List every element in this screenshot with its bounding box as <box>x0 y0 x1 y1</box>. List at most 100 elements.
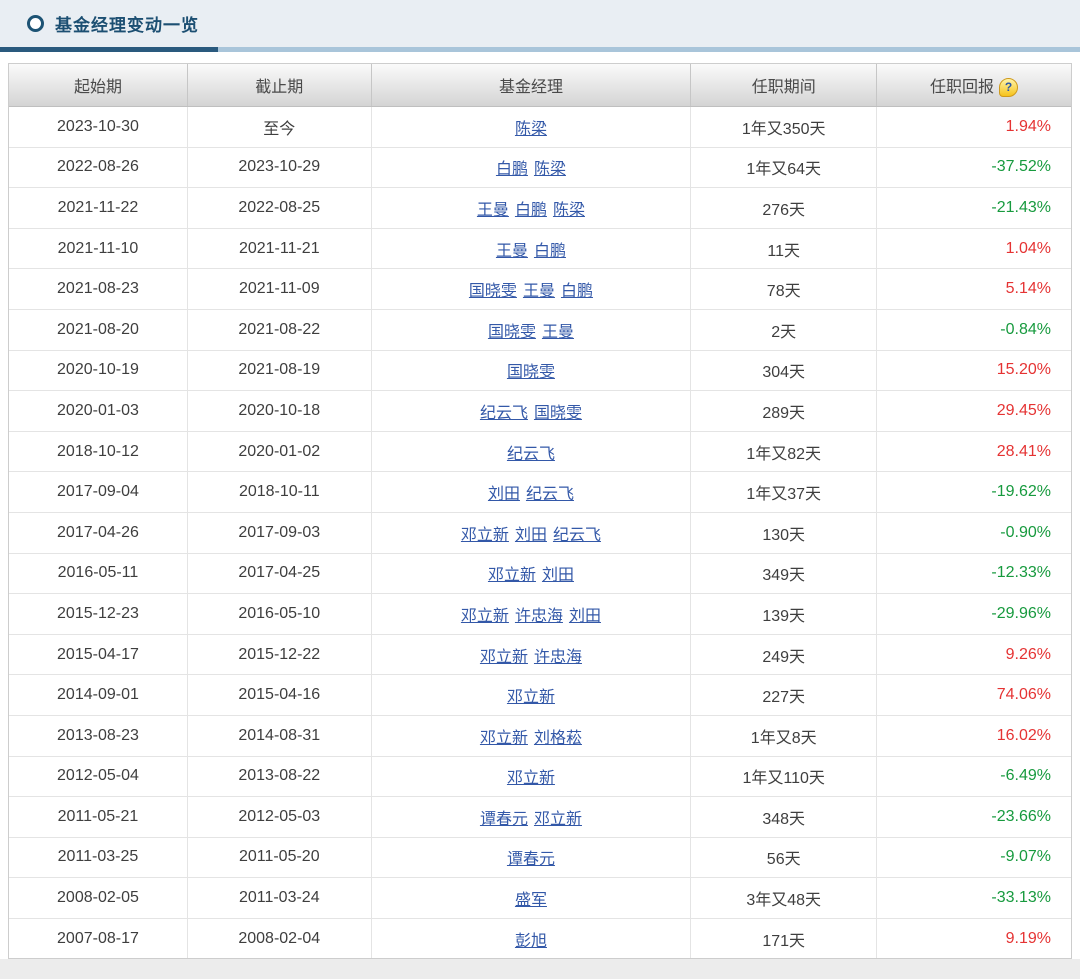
manager-link[interactable]: 盛军 <box>515 892 547 909</box>
end-date-cell: 2008-02-04 <box>187 918 371 958</box>
column-header-label: 基金经理 <box>499 79 563 96</box>
start-date-cell: 2018-10-12 <box>9 431 187 472</box>
manager-link[interactable]: 纪云飞 <box>553 527 601 544</box>
managers-cell: 国晓雯 <box>371 350 691 391</box>
manager-change-table: 起始期截止期基金经理任职期间任职回报? 2023-10-30至今陈梁1年又350… <box>9 64 1071 958</box>
duration-cell: 1年又8天 <box>691 715 877 756</box>
manager-link[interactable]: 邓立新 <box>488 567 536 584</box>
return-cell: -33.13% <box>877 878 1071 919</box>
duration-cell: 78天 <box>691 269 877 310</box>
table-row: 2011-03-252011-05-20谭春元56天-9.07% <box>9 837 1071 878</box>
help-icon[interactable]: ? <box>999 78 1018 97</box>
end-date-cell: 2014-08-31 <box>187 715 371 756</box>
managers-cell: 邓立新刘格菘 <box>371 715 691 756</box>
manager-link[interactable]: 纪云飞 <box>507 446 555 463</box>
manager-link[interactable]: 陈梁 <box>515 121 547 138</box>
manager-link[interactable]: 白鹏 <box>515 202 547 219</box>
duration-cell: 227天 <box>691 675 877 716</box>
return-cell: 16.02% <box>877 715 1071 756</box>
start-date-cell: 2017-04-26 <box>9 512 187 553</box>
return-cell: 9.19% <box>877 918 1071 958</box>
managers-cell: 王曼白鹏 <box>371 228 691 269</box>
manager-link[interactable]: 国晓雯 <box>488 324 536 341</box>
table-header-row: 起始期截止期基金经理任职期间任职回报? <box>9 64 1071 107</box>
start-date-cell: 2020-01-03 <box>9 391 187 432</box>
table-row: 2021-11-102021-11-21王曼白鹏11天1.04% <box>9 228 1071 269</box>
section-divider <box>0 47 1080 52</box>
table-row: 2014-09-012015-04-16邓立新227天74.06% <box>9 675 1071 716</box>
manager-link[interactable]: 邓立新 <box>507 689 555 706</box>
start-date-cell: 2021-11-22 <box>9 188 187 229</box>
manager-link[interactable]: 彭旭 <box>515 933 547 950</box>
manager-link[interactable]: 王曼 <box>477 202 509 219</box>
manager-link[interactable]: 陈梁 <box>553 202 585 219</box>
manager-link[interactable]: 许忠海 <box>515 608 563 625</box>
return-cell: -0.90% <box>877 512 1071 553</box>
manager-link[interactable]: 纪云飞 <box>480 405 528 422</box>
start-date-cell: 2015-04-17 <box>9 634 187 675</box>
manager-link[interactable]: 纪云飞 <box>526 486 574 503</box>
managers-cell: 刘田纪云飞 <box>371 472 691 513</box>
manager-link[interactable]: 邓立新 <box>461 608 509 625</box>
manager-link[interactable]: 邓立新 <box>461 527 509 544</box>
manager-link[interactable]: 邓立新 <box>480 649 528 666</box>
manager-link[interactable]: 刘田 <box>488 486 520 503</box>
spacer <box>0 52 1080 63</box>
manager-link[interactable]: 国晓雯 <box>469 283 517 300</box>
manager-link[interactable]: 国晓雯 <box>534 405 582 422</box>
managers-cell: 邓立新许忠海 <box>371 634 691 675</box>
manager-link[interactable]: 谭春元 <box>480 811 528 828</box>
table-row: 2012-05-042013-08-22邓立新1年又110天-6.49% <box>9 756 1071 797</box>
manager-link[interactable]: 邓立新 <box>534 811 582 828</box>
return-cell: 29.45% <box>877 391 1071 432</box>
duration-cell: 1年又82天 <box>691 431 877 472</box>
return-cell: -21.43% <box>877 188 1071 229</box>
duration-cell: 1年又110天 <box>691 756 877 797</box>
end-date-cell: 2021-11-21 <box>187 228 371 269</box>
end-date-cell: 2023-10-29 <box>187 147 371 188</box>
start-date-cell: 2017-09-04 <box>9 472 187 513</box>
manager-link[interactable]: 邓立新 <box>507 770 555 787</box>
return-cell: -23.66% <box>877 797 1071 838</box>
manager-link[interactable]: 白鹏 <box>561 283 593 300</box>
manager-link[interactable]: 白鹏 <box>496 161 528 178</box>
managers-cell: 邓立新 <box>371 756 691 797</box>
table-row: 2007-08-172008-02-04彭旭171天9.19% <box>9 918 1071 958</box>
managers-cell: 邓立新刘田纪云飞 <box>371 512 691 553</box>
section-divider-accent <box>0 47 218 52</box>
manager-link[interactable]: 刘格菘 <box>534 730 582 747</box>
manager-link[interactable]: 谭春元 <box>507 851 555 868</box>
end-date-cell: 2012-05-03 <box>187 797 371 838</box>
start-date-cell: 2008-02-05 <box>9 878 187 919</box>
table-row: 2023-10-30至今陈梁1年又350天1.94% <box>9 107 1071 148</box>
manager-link[interactable]: 国晓雯 <box>507 364 555 381</box>
table-row: 2018-10-122020-01-02纪云飞1年又82天28.41% <box>9 431 1071 472</box>
start-date-cell: 2022-08-26 <box>9 147 187 188</box>
table-row: 2022-08-262023-10-29 白鹏陈梁 1年又64天-37.52% <box>9 147 1071 188</box>
table-row: 2013-08-232014-08-31邓立新刘格菘1年又8天16.02% <box>9 715 1071 756</box>
managers-cell: 国晓雯王曼白鹏 <box>371 269 691 310</box>
table-row: 2011-05-212012-05-03谭春元邓立新348天-23.66% <box>9 797 1071 838</box>
table-row: 2021-11-222022-08-25王曼白鹏陈梁276天-21.43% <box>9 188 1071 229</box>
duration-cell: 56天 <box>691 837 877 878</box>
section-header: 基金经理变动一览 <box>0 0 1080 47</box>
manager-link[interactable]: 邓立新 <box>480 730 528 747</box>
managers-cell: 邓立新许忠海刘田 <box>371 594 691 635</box>
manager-link[interactable]: 白鹏 <box>534 243 566 260</box>
return-cell: -37.52% <box>877 147 1071 188</box>
duration-cell: 1年又64天 <box>691 147 877 188</box>
manager-link[interactable]: 王曼 <box>542 324 574 341</box>
end-date-cell: 2021-11-09 <box>187 269 371 310</box>
manager-link[interactable]: 王曼 <box>523 283 555 300</box>
manager-link[interactable]: 刘田 <box>542 567 574 584</box>
manager-link[interactable]: 刘田 <box>515 527 547 544</box>
manager-link[interactable]: 许忠海 <box>534 649 582 666</box>
column-header-start-date: 起始期 <box>9 64 187 107</box>
manager-link[interactable]: 陈梁 <box>534 161 566 178</box>
return-cell: -0.84% <box>877 309 1071 350</box>
table-row: 2017-09-042018-10-11刘田纪云飞1年又37天-19.62% <box>9 472 1071 513</box>
return-cell: -19.62% <box>877 472 1071 513</box>
manager-link[interactable]: 王曼 <box>496 243 528 260</box>
manager-link[interactable]: 刘田 <box>569 608 601 625</box>
start-date-cell: 2012-05-04 <box>9 756 187 797</box>
